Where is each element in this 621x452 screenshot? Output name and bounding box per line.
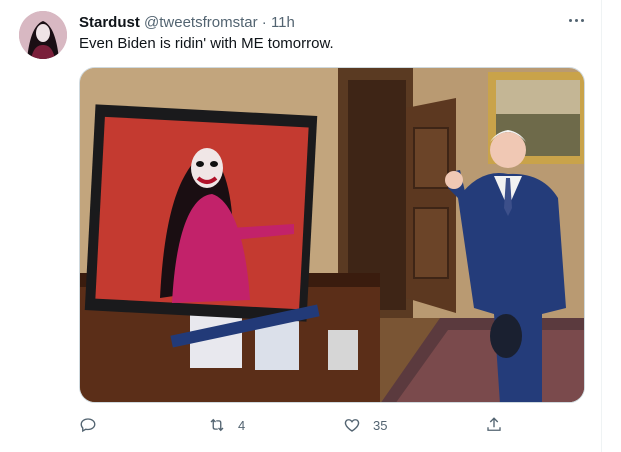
tweet-actions: 4 35 — [79, 414, 519, 436]
reply-button[interactable] — [79, 414, 109, 436]
tweet-text: Even Biden is ridin' with ME tomorrow. — [79, 35, 334, 52]
separator-dot: · — [261, 14, 267, 31]
share-icon — [487, 417, 501, 431]
share-button[interactable] — [485, 414, 515, 436]
tweet-header: Stardust @tweetsfromstar · 11h — [79, 13, 295, 33]
retweet-count: 4 — [238, 417, 246, 433]
tweet-photo[interactable] — [79, 67, 585, 403]
reply-icon — [80, 418, 96, 433]
photo-scene — [80, 68, 584, 402]
timestamp[interactable]: 11h — [271, 14, 295, 31]
retweet-button[interactable]: 4 — [208, 414, 245, 436]
avatar-image — [19, 11, 67, 59]
like-button[interactable]: 35 — [343, 414, 387, 436]
like-count: 35 — [373, 417, 388, 433]
user-handle[interactable]: @tweetsfromstar — [144, 14, 258, 31]
avatar[interactable] — [19, 11, 67, 59]
retweet-icon — [210, 418, 224, 432]
tweet[interactable]: Stardust @tweetsfromstar · 11h Even Bide… — [0, 0, 602, 452]
like-icon — [344, 419, 360, 432]
more-icon[interactable] — [565, 10, 587, 30]
display-name[interactable]: Stardust — [79, 14, 140, 31]
